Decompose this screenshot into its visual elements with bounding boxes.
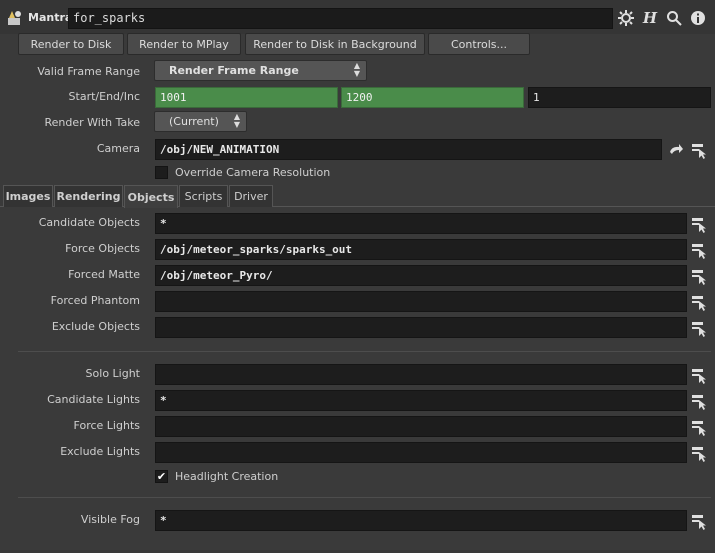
candidate-lights-input[interactable]: * [155, 390, 687, 411]
valid-frame-range-label: Valid Frame Range [37, 65, 140, 78]
operator-chooser-icon[interactable] [691, 418, 707, 436]
search-icon[interactable] [665, 9, 683, 27]
force-objects-label: Force Objects [65, 242, 140, 255]
up-down-arrows-icon: ▲ ▼ [233, 112, 240, 129]
override-camera-resolution-checkbox[interactable] [155, 166, 168, 179]
forced-phantom-input[interactable] [155, 291, 687, 312]
up-down-arrows-icon: ▲ ▼ [353, 61, 360, 78]
candidate-lights-label: Candidate Lights [47, 393, 140, 406]
operator-chooser-icon[interactable] [691, 241, 707, 259]
exclude-objects-label: Exclude Objects [51, 320, 140, 333]
force-lights-label: Force Lights [73, 419, 140, 432]
candidate-objects-input[interactable]: * [155, 213, 687, 234]
operator-chooser-icon[interactable] [691, 392, 707, 410]
start-end-inc-label: Start/End/Inc [68, 90, 140, 103]
headlight-creation-label: Headlight Creation [175, 470, 279, 483]
render-with-take-select[interactable]: (Current) ▲ ▼ [154, 111, 247, 132]
jump-to-node-icon[interactable] [668, 142, 684, 158]
section-divider [18, 351, 711, 352]
operator-chooser-icon[interactable] [691, 512, 707, 530]
start-frame-input[interactable]: 1001 [155, 87, 338, 108]
operator-chooser-icon[interactable] [691, 366, 707, 384]
exclude-lights-input[interactable] [155, 442, 687, 463]
force-lights-input[interactable] [155, 416, 687, 437]
operator-chooser-icon[interactable] [691, 319, 707, 337]
operator-chooser-icon[interactable] [691, 267, 707, 285]
render-with-take-value: (Current) [169, 115, 219, 128]
render-in-background-button[interactable]: Render to Disk in Background [245, 33, 425, 55]
controls-button[interactable]: Controls... [428, 33, 530, 55]
operator-chooser-icon[interactable] [691, 293, 707, 311]
operator-chooser-icon[interactable] [691, 141, 707, 159]
forced-matte-input[interactable]: /obj/meteor_Pyro/ [155, 265, 687, 286]
valid-frame-range-select[interactable]: Render Frame Range ▲ ▼ [154, 60, 367, 81]
forced-matte-label: Forced Matte [68, 268, 140, 281]
mantra-node-icon [6, 9, 24, 27]
operator-chooser-icon[interactable] [691, 444, 707, 462]
node-type-label: Mantra [28, 11, 73, 24]
tab-rendering[interactable]: Rendering [54, 185, 123, 207]
tab-driver[interactable]: Driver [229, 185, 273, 207]
exclude-lights-label: Exclude Lights [60, 445, 140, 458]
info-icon[interactable] [689, 9, 707, 27]
camera-label: Camera [96, 142, 140, 155]
render-to-disk-button[interactable]: Render to Disk [18, 33, 124, 55]
tab-objects[interactable]: Objects [124, 185, 178, 208]
section-divider [18, 497, 711, 498]
headlight-creation-checkbox[interactable]: ✔ [155, 470, 168, 483]
help-icon[interactable]: H [641, 9, 659, 27]
render-with-take-label: Render With Take [44, 116, 140, 129]
override-camera-resolution-label: Override Camera Resolution [175, 166, 331, 179]
camera-input[interactable]: /obj/NEW_ANIMATION [155, 139, 662, 160]
valid-frame-range-value: Render Frame Range [169, 64, 299, 77]
increment-input[interactable]: 1 [528, 87, 711, 108]
tab-images[interactable]: Images [3, 185, 53, 207]
tab-scripts[interactable]: Scripts [179, 185, 228, 207]
forced-phantom-label: Forced Phantom [50, 294, 140, 307]
end-frame-input[interactable]: 1200 [341, 87, 524, 108]
solo-light-input[interactable] [155, 364, 687, 385]
force-objects-input[interactable]: /obj/meteor_sparks/sparks_out [155, 239, 687, 260]
visible-fog-input[interactable]: * [155, 510, 687, 531]
gear-icon[interactable] [617, 9, 635, 27]
node-name-input[interactable]: for_sparks [68, 8, 613, 29]
visible-fog-label: Visible Fog [80, 513, 140, 526]
candidate-objects-label: Candidate Objects [38, 216, 140, 229]
solo-light-label: Solo Light [85, 367, 140, 380]
exclude-objects-input[interactable] [155, 317, 687, 338]
operator-chooser-icon[interactable] [691, 215, 707, 233]
render-to-mplay-button[interactable]: Render to MPlay [127, 33, 241, 55]
